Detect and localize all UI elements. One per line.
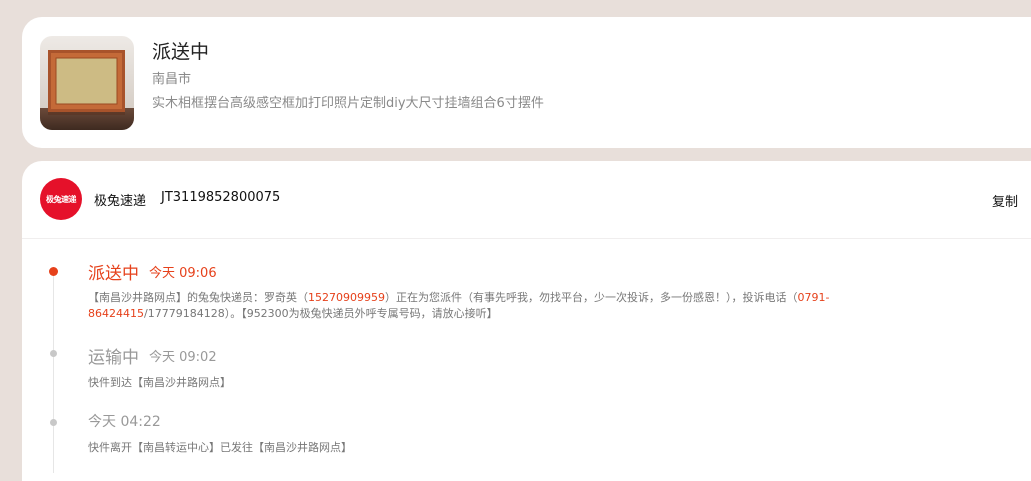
courier-name: 极兔速递 [94,194,147,209]
desc-text: ）正在为您派件（有事先呼我，勿找平台，少一次投诉，多一份感恩！），投诉电话（ [384,291,798,304]
event-status: 派送中 [88,264,139,284]
event-description: 快件离开【南昌转运中心】已发往【南昌沙井路网点】 [88,441,352,454]
tracking-number: JT3119852800075 [161,190,281,205]
courier-phone-link[interactable]: 15270909959 [308,291,385,304]
timeline-line [53,273,54,473]
photo-frame-image-icon [40,36,134,130]
product-name[interactable]: 实木相框摆台高级感空框加打印照片定制diy大尺寸挂墙组合6寸摆件 [152,92,544,111]
complaint-phone-link[interactable]: 0791- [797,291,829,304]
event-description: 快件到达【南昌沙井路网点】 [88,376,231,389]
tracking-card: 极兔速递 极兔速递 JT3119852800075 复制 派送中 今天 09:0… [22,161,1031,481]
destination-city: 南昌市 [152,72,192,87]
event-time: 今天 09:06 [149,266,217,281]
event-time: 今天 04:22 [88,414,161,430]
product-thumbnail[interactable] [40,36,134,130]
event-description: 【南昌沙井路网点】的兔兔快递员：罗奇英（15270909959）正在为您派件（有… [88,290,829,322]
desc-text: /17779184128）。【952300为极兔快递员外呼专属号码，请放心接听】 [144,307,498,320]
copy-tracking-button[interactable]: 复制 [992,191,1018,210]
event-status: 运输中 [88,348,139,368]
product-card[interactable]: 派送中 南昌市 实木相框摆台高级感空框加打印照片定制diy大尺寸挂墙组合6寸摆件 [22,17,1031,148]
courier-logo-icon: 极兔速递 [40,178,82,220]
delivery-status-title: 派送中 [152,41,210,63]
timeline-dot [50,350,57,357]
event-time: 今天 09:02 [149,350,217,365]
timeline-dot-active [49,267,58,276]
divider [22,238,1031,239]
timeline-dot [50,419,57,426]
complaint-phone-link[interactable]: 86424415 [88,307,144,320]
desc-text: 【南昌沙井路网点】的兔兔快递员：罗奇英（ [88,291,308,304]
